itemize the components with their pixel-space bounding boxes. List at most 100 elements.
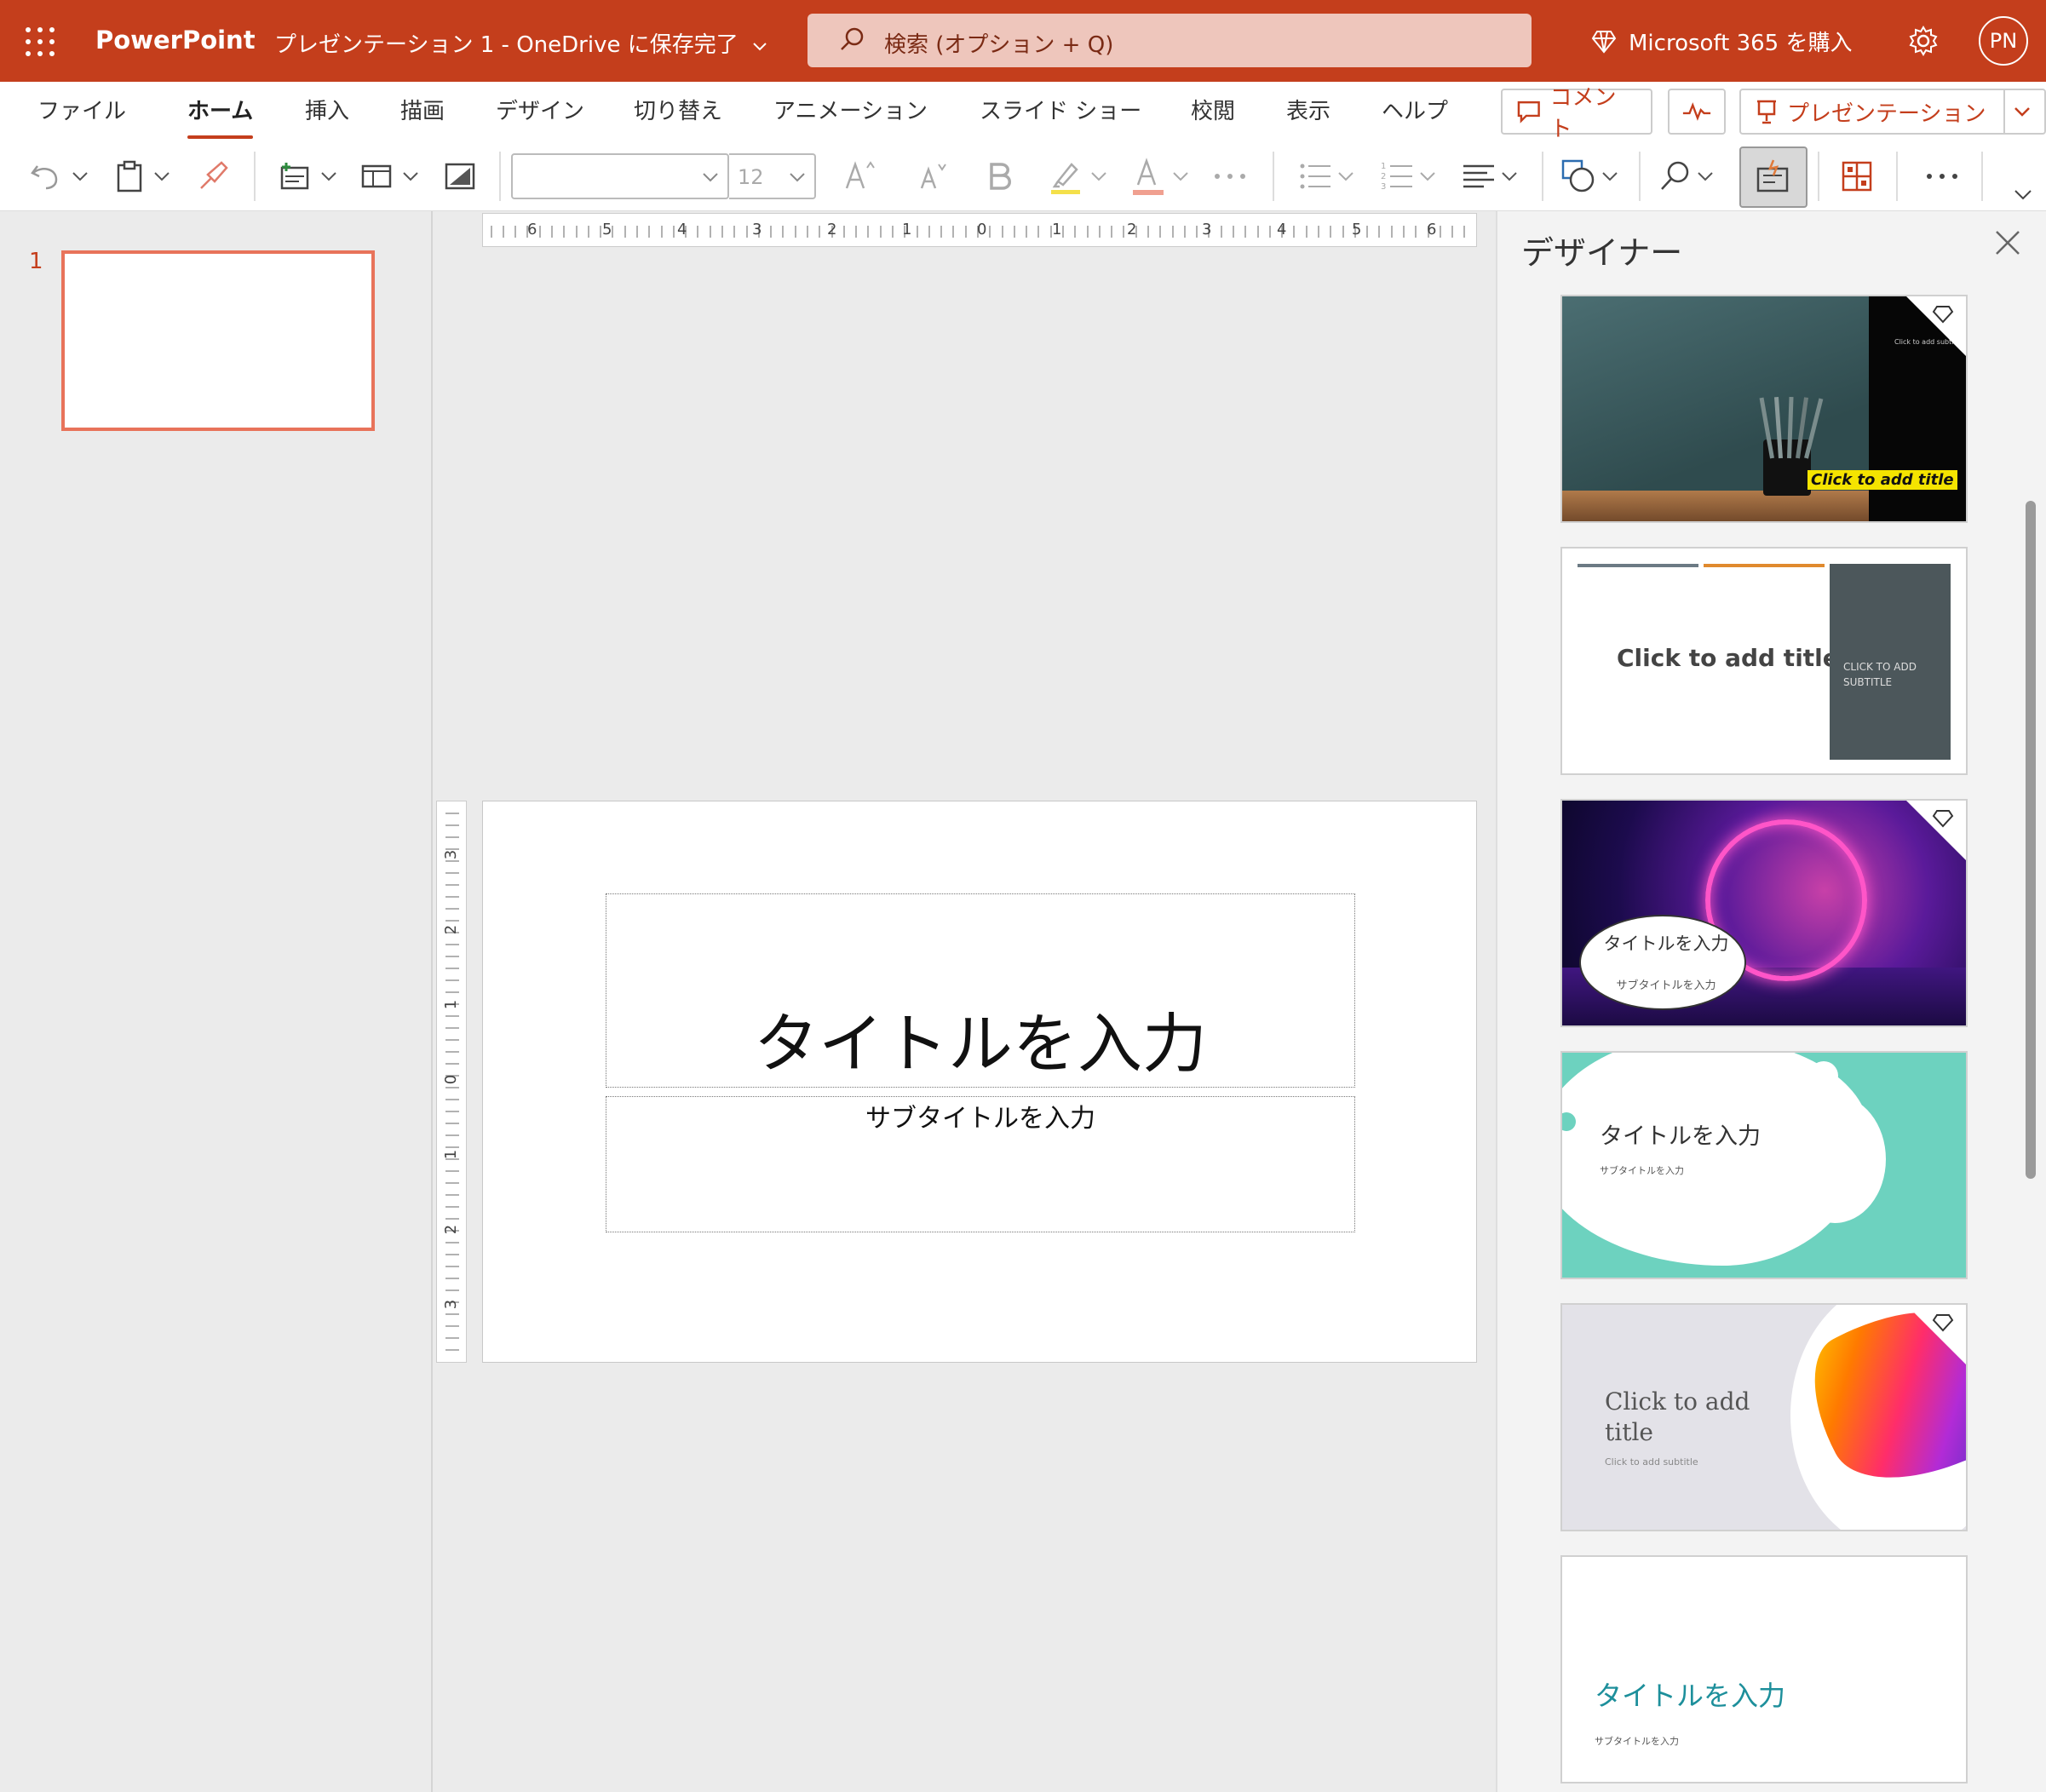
ruler-label: 2 bbox=[1127, 221, 1137, 238]
tab-draw[interactable]: 描画 bbox=[400, 94, 445, 125]
close-icon[interactable] bbox=[1993, 228, 2022, 257]
ruler-label: 1 bbox=[442, 1149, 461, 1160]
design-idea-card[interactable]: タイトルを入力 サブタイトルを入力 bbox=[1560, 799, 1968, 1027]
tab-file[interactable]: ファイル bbox=[37, 94, 126, 125]
format-painter-button[interactable] bbox=[196, 155, 230, 198]
account-avatar[interactable]: PN bbox=[1979, 16, 2028, 66]
bold-icon bbox=[990, 163, 1011, 190]
undo-button[interactable] bbox=[29, 155, 89, 198]
design-idea-card[interactable]: Click to add title CLICK TO ADD SUBTITLE bbox=[1560, 547, 1968, 775]
card-title: タイトルを入力 bbox=[1603, 933, 1729, 954]
tab-animations[interactable]: アニメーション bbox=[773, 94, 928, 125]
ruler-label: 1 bbox=[902, 221, 912, 238]
horizontal-ruler: 6 5 4 3 2 1 0 1 2 3 4 5 6 bbox=[482, 213, 1477, 247]
tab-insert[interactable]: 挿入 bbox=[305, 94, 349, 125]
card-title: タイトルを入力 bbox=[1600, 1123, 1761, 1150]
font-size-select[interactable]: 12 bbox=[729, 153, 816, 199]
design-idea-card[interactable]: タイトルを入力 サブタイトルを入力 bbox=[1560, 1051, 1968, 1279]
expand-ribbon-icon[interactable] bbox=[2014, 189, 2032, 201]
bold-button[interactable] bbox=[985, 155, 1014, 198]
slide-canvas[interactable]: タイトルを入力 サブタイトルを入力 bbox=[482, 801, 1477, 1363]
chevron-down-icon bbox=[1502, 172, 1517, 181]
subtitle-placeholder-text: サブタイトルを入力 bbox=[865, 1104, 1095, 1134]
gear-icon[interactable] bbox=[1906, 24, 1940, 58]
ruler-label: 1 bbox=[1052, 221, 1062, 238]
chevron-down-icon bbox=[72, 172, 88, 181]
chevron-down-icon bbox=[1091, 172, 1106, 181]
designer-scrollbar[interactable] bbox=[2026, 501, 2036, 1179]
font-family-select[interactable] bbox=[511, 153, 729, 199]
paste-button[interactable] bbox=[114, 155, 170, 198]
font-color-icon bbox=[1133, 158, 1164, 195]
highlighter-icon bbox=[1051, 163, 1080, 194]
activity-icon bbox=[1682, 102, 1711, 121]
slide-thumbnail-pane: 1 bbox=[0, 211, 433, 1792]
present-button[interactable]: プレゼンテーション bbox=[1739, 89, 2005, 135]
chevron-down-icon bbox=[703, 173, 718, 182]
more-icon bbox=[1215, 174, 1245, 179]
tab-review[interactable]: 校閲 bbox=[1191, 94, 1235, 125]
ruler-label: 1 bbox=[442, 999, 461, 1010]
font-color-button[interactable] bbox=[1131, 155, 1189, 198]
more-font-options-button[interactable] bbox=[1213, 155, 1247, 198]
comment-icon bbox=[1517, 101, 1540, 123]
search-icon bbox=[841, 27, 864, 50]
designer-pane: デザイナー Click to add subtitle Click to add… bbox=[1496, 211, 2046, 1792]
card-subtitle: Click to add subtitle bbox=[1605, 1456, 1698, 1467]
tab-view[interactable]: 表示 bbox=[1286, 94, 1330, 125]
buy-microsoft-365-button[interactable]: Microsoft 365 を購入 bbox=[1591, 26, 1852, 57]
app-launcher-icon[interactable] bbox=[26, 27, 55, 56]
comment-label: コメント bbox=[1549, 85, 1617, 142]
shrink-font-button[interactable] bbox=[917, 155, 951, 198]
premium-diamond-icon bbox=[1906, 296, 1966, 356]
design-idea-card[interactable]: タイトルを入力 サブタイトルを入力 bbox=[1560, 1555, 1968, 1783]
buy-microsoft-365-label: Microsoft 365 を購入 bbox=[1629, 31, 1853, 56]
search-input[interactable]: 検索 (オプション + Q) bbox=[807, 14, 1532, 67]
premium-diamond-icon bbox=[1906, 801, 1966, 860]
grow-font-button[interactable] bbox=[843, 155, 879, 198]
numbering-button[interactable]: 123 bbox=[1380, 155, 1436, 198]
activity-button[interactable] bbox=[1668, 89, 1726, 135]
tab-transitions[interactable]: 切り替え bbox=[634, 94, 722, 125]
tab-help[interactable]: ヘルプ bbox=[1382, 94, 1448, 125]
tab-home[interactable]: ホーム bbox=[187, 94, 254, 139]
title-placeholder[interactable]: タイトルを入力 bbox=[606, 893, 1355, 1088]
vertical-ruler: 3 2 1 0 1 2 3 bbox=[436, 801, 467, 1363]
chevron-down-icon bbox=[1173, 172, 1188, 181]
bullets-button[interactable] bbox=[1298, 155, 1354, 198]
ruler-label: 6 bbox=[1427, 221, 1437, 238]
background-format-button[interactable] bbox=[443, 155, 477, 198]
tab-slideshow[interactable]: スライド ショー bbox=[980, 94, 1141, 125]
design-idea-card[interactable]: Click to add subtitle Click to add title bbox=[1560, 295, 1968, 523]
document-title-text: プレゼンテーション 1 - OneDrive に保存完了 bbox=[274, 32, 739, 58]
highlight-button[interactable] bbox=[1048, 155, 1107, 198]
ruler-label: 0 bbox=[977, 221, 987, 238]
subtitle-placeholder[interactable]: サブタイトルを入力 bbox=[606, 1096, 1355, 1232]
ruler-label: 2 bbox=[442, 924, 461, 935]
document-title[interactable]: プレゼンテーション 1 - OneDrive に保存完了 bbox=[274, 27, 767, 59]
card-subtitle: サブタイトルを入力 bbox=[1616, 979, 1716, 992]
comment-button[interactable]: コメント bbox=[1501, 85, 1652, 142]
slide-thumbnail[interactable] bbox=[61, 250, 375, 431]
clipboard-icon bbox=[117, 160, 142, 192]
designer-button[interactable] bbox=[1739, 146, 1807, 208]
new-slide-button[interactable] bbox=[278, 155, 337, 198]
design-idea-card[interactable]: Click to add title Click to add subtitle bbox=[1560, 1303, 1968, 1531]
grow-font-icon bbox=[845, 161, 875, 189]
numbered-list-icon: 123 bbox=[1381, 162, 1412, 192]
undo-icon bbox=[31, 165, 58, 190]
present-options-button[interactable] bbox=[2003, 89, 2046, 135]
layout-icon bbox=[361, 164, 392, 188]
align-button[interactable] bbox=[1462, 155, 1518, 198]
search-placeholder: 検索 (オプション + Q) bbox=[884, 32, 1114, 58]
chevron-down-icon bbox=[403, 172, 418, 181]
design-ideas-button[interactable] bbox=[1840, 155, 1874, 198]
more-options-button[interactable] bbox=[1925, 155, 1959, 198]
tab-design[interactable]: デザイン bbox=[496, 94, 584, 125]
paintbrush-icon bbox=[200, 161, 228, 189]
shapes-button[interactable] bbox=[1560, 155, 1618, 198]
layout-button[interactable] bbox=[359, 155, 419, 198]
find-button[interactable] bbox=[1658, 155, 1714, 198]
chevron-down-icon bbox=[154, 172, 170, 181]
app-name[interactable]: PowerPoint bbox=[95, 26, 256, 55]
